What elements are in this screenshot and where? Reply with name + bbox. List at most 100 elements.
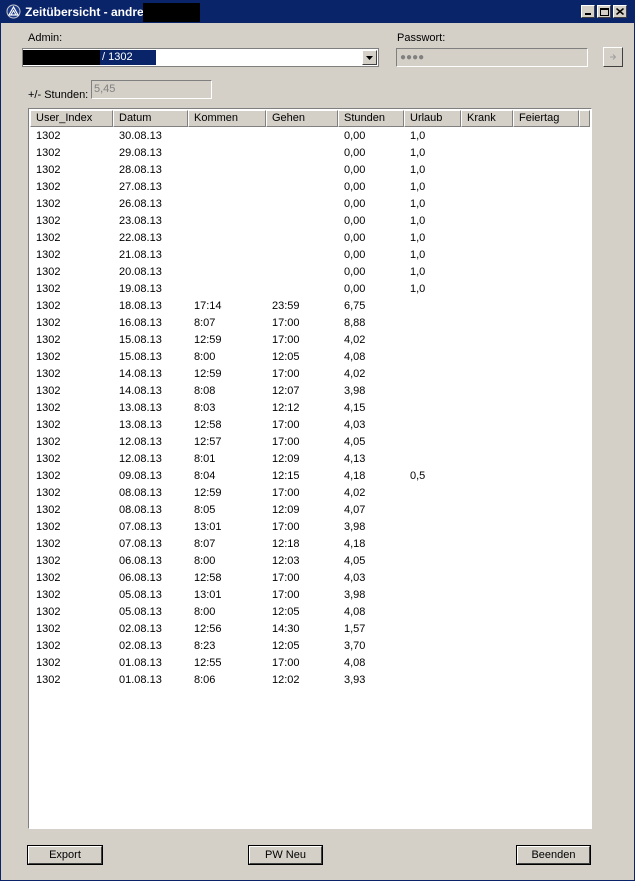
cell-stunden: 4,02	[344, 487, 366, 499]
table-row[interactable]: 1302 05.08.13 13:01 17:00 3,98	[30, 588, 590, 605]
admin-label: Admin:	[28, 32, 63, 44]
cell-stunden: 4,18	[344, 538, 366, 550]
maximize-button[interactable]	[597, 5, 611, 18]
table-row[interactable]: 1302 02.08.13 8:23 12:05 3,70	[30, 639, 590, 656]
cell-user-index: 1302	[36, 453, 61, 465]
cell-kommen: 8:06	[194, 674, 216, 686]
cell-user-index: 1302	[36, 470, 61, 482]
cell-kommen: 17:14	[194, 300, 222, 312]
table-row[interactable]: 1302 14.08.13 8:08 12:07 3,98	[30, 384, 590, 401]
column-header-gehen[interactable]: Gehen	[266, 110, 338, 127]
table-row[interactable]: 1302 29.08.13 0,00 1,0	[30, 146, 590, 163]
column-header-user-index[interactable]: User_Index	[30, 110, 113, 127]
table-row[interactable]: 1302 01.08.13 8:06 12:02 3,93	[30, 673, 590, 690]
beenden-button[interactable]: Beenden	[516, 845, 591, 865]
cell-gehen: 12:05	[272, 351, 300, 363]
title-bar[interactable]: Zeitübersicht - andreas_	[1, 1, 634, 23]
cell-urlaub: 1,0	[410, 198, 426, 210]
table-row[interactable]: 1302 27.08.13 0,00 1,0	[30, 180, 590, 197]
column-header-feiertag[interactable]: Feiertag	[513, 110, 579, 127]
cell-stunden: 0,00	[344, 266, 366, 278]
table-row[interactable]: 1302 20.08.13 0,00 1,0	[30, 265, 590, 282]
table-row[interactable]: 1302 21.08.13 0,00 1,0	[30, 248, 590, 265]
table-row[interactable]: 1302 14.08.13 12:59 17:00 4,02	[30, 367, 590, 384]
table-row[interactable]: 1302 30.08.13 0,00 1,0	[30, 129, 590, 146]
cell-stunden: 0,00	[344, 181, 366, 193]
column-header-urlaub[interactable]: Urlaub	[404, 110, 461, 127]
table-row[interactable]: 1302 07.08.13 8:07 12:18 4,18	[30, 537, 590, 554]
column-header-stunden[interactable]: Stunden	[338, 110, 404, 127]
table-row[interactable]: 1302 08.08.13 8:05 12:09 4,07	[30, 503, 590, 520]
table-row[interactable]: 1302 16.08.13 8:07 17:00 8,88	[30, 316, 590, 333]
cell-datum: 16.08.13	[119, 317, 162, 329]
password-field[interactable]: ●●●●	[396, 48, 588, 67]
table-row[interactable]: 1302 08.08.13 12:59 17:00 4,02	[30, 486, 590, 503]
table-row[interactable]: 1302 07.08.13 13:01 17:00 3,98	[30, 520, 590, 537]
table-row[interactable]: 1302 01.08.13 12:55 17:00 4,08	[30, 656, 590, 673]
table-row[interactable]: 1302 06.08.13 12:58 17:00 4,03	[30, 571, 590, 588]
login-button[interactable]	[603, 47, 623, 67]
cell-stunden: 0,00	[344, 198, 366, 210]
arrow-right-icon	[610, 54, 617, 60]
table-row[interactable]: 1302 09.08.13 8:04 12:15 4,18 0,5	[30, 469, 590, 486]
close-button[interactable]	[613, 5, 627, 18]
cell-datum: 18.08.13	[119, 300, 162, 312]
cell-user-index: 1302	[36, 232, 61, 244]
pw-neu-button[interactable]: PW Neu	[248, 845, 323, 865]
cell-datum: 14.08.13	[119, 385, 162, 397]
cell-datum: 07.08.13	[119, 538, 162, 550]
cell-user-index: 1302	[36, 674, 61, 686]
cell-user-index: 1302	[36, 487, 61, 499]
cell-kommen: 12:55	[194, 657, 222, 669]
cell-user-index: 1302	[36, 657, 61, 669]
cell-datum: 12.08.13	[119, 436, 162, 448]
cell-user-index: 1302	[36, 181, 61, 193]
column-header-datum[interactable]: Datum	[113, 110, 188, 127]
table-row[interactable]: 1302 22.08.13 0,00 1,0	[30, 231, 590, 248]
cell-gehen: 12:07	[272, 385, 300, 397]
cell-datum: 07.08.13	[119, 521, 162, 533]
table-row[interactable]: 1302 06.08.13 8:00 12:03 4,05	[30, 554, 590, 571]
cell-stunden: 4,08	[344, 606, 366, 618]
cell-urlaub: 1,0	[410, 147, 426, 159]
app-logo-icon	[6, 4, 21, 19]
cell-urlaub: 1,0	[410, 283, 426, 295]
cell-user-index: 1302	[36, 555, 61, 567]
minimize-button[interactable]	[581, 5, 595, 18]
table-row[interactable]: 1302 13.08.13 12:58 17:00 4,03	[30, 418, 590, 435]
cell-stunden: 4,03	[344, 572, 366, 584]
table-row[interactable]: 1302 02.08.13 12:56 14:30 1,57	[30, 622, 590, 639]
cell-user-index: 1302	[36, 368, 61, 380]
table-row[interactable]: 1302 19.08.13 0,00 1,0	[30, 282, 590, 299]
table-row[interactable]: 1302 12.08.13 8:01 12:09 4,13	[30, 452, 590, 469]
column-header-kommen[interactable]: Kommen	[188, 110, 266, 127]
cell-stunden: 0,00	[344, 147, 366, 159]
table-row[interactable]: 1302 18.08.13 17:14 23:59 6,75	[30, 299, 590, 316]
cell-datum: 29.08.13	[119, 147, 162, 159]
cell-gehen: 17:00	[272, 657, 300, 669]
cell-gehen: 12:09	[272, 453, 300, 465]
minimize-icon	[585, 13, 591, 15]
table-row[interactable]: 1302 15.08.13 12:59 17:00 4,02	[30, 333, 590, 350]
table-row[interactable]: 1302 28.08.13 0,00 1,0	[30, 163, 590, 180]
cell-stunden: 4,05	[344, 436, 366, 448]
time-entries-list[interactable]: User_Index Datum Kommen Gehen Stunden Urlaub K…	[28, 108, 592, 829]
cell-gehen: 17:00	[272, 334, 300, 346]
table-row[interactable]: 1302 26.08.13 0,00 1,0	[30, 197, 590, 214]
table-row[interactable]: 1302 15.08.13 8:00 12:05 4,08	[30, 350, 590, 367]
table-row[interactable]: 1302 13.08.13 8:03 12:12 4,15	[30, 401, 590, 418]
cell-user-index: 1302	[36, 436, 61, 448]
cell-gehen: 12:09	[272, 504, 300, 516]
table-row[interactable]: 1302 12.08.13 12:57 17:00 4,05	[30, 435, 590, 452]
cell-stunden: 4,18	[344, 470, 366, 482]
cell-datum: 08.08.13	[119, 487, 162, 499]
admin-select[interactable]: / 1302	[22, 48, 379, 67]
export-button[interactable]: Export	[27, 845, 103, 865]
dropdown-button[interactable]	[362, 50, 377, 65]
cell-stunden: 6,75	[344, 300, 366, 312]
cell-kommen: 12:59	[194, 368, 222, 380]
table-row[interactable]: 1302 23.08.13 0,00 1,0	[30, 214, 590, 231]
table-row[interactable]: 1302 05.08.13 8:00 12:05 4,08	[30, 605, 590, 622]
cell-datum: 12.08.13	[119, 453, 162, 465]
column-header-krank[interactable]: Krank	[461, 110, 513, 127]
